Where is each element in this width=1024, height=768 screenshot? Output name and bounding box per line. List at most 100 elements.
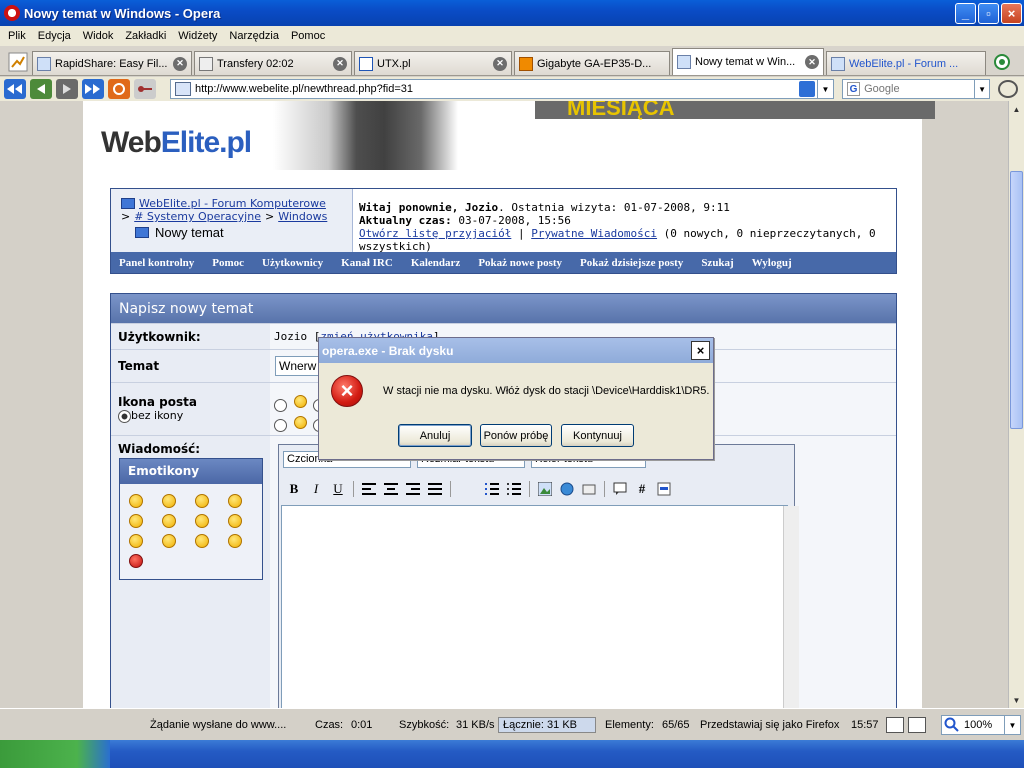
- breadcrumb-subforum-link[interactable]: Windows: [278, 210, 327, 223]
- nav-irc[interactable]: Kanał IRC: [341, 257, 393, 269]
- laugh-emoticon-icon[interactable]: [162, 534, 176, 548]
- forward-button[interactable]: [56, 79, 78, 99]
- menu-tools[interactable]: Narzędzia: [223, 30, 285, 42]
- search-engine-dropdown[interactable]: ▼: [974, 80, 989, 98]
- dialog-close-button[interactable]: ×: [691, 341, 710, 360]
- insert-image-button[interactable]: [534, 479, 556, 499]
- grin-emoticon-icon[interactable]: [195, 494, 209, 508]
- breadcrumb-category-link[interactable]: # Systemy Operacyjne: [134, 210, 261, 223]
- italic-button[interactable]: I: [305, 479, 327, 499]
- address-dropdown-button[interactable]: ▼: [817, 80, 833, 98]
- private-messages-link[interactable]: Prywatne Wiadomości: [531, 227, 657, 240]
- images-toggle-icon[interactable]: [908, 717, 926, 733]
- textarea-scrollbar[interactable]: [783, 506, 799, 708]
- tab-close-icon[interactable]: ✕: [173, 56, 187, 71]
- rewind-button[interactable]: [4, 79, 26, 99]
- justify-button[interactable]: [424, 479, 446, 499]
- confused-emoticon-icon[interactable]: [228, 534, 242, 548]
- scroll-down-icon[interactable]: ▼: [1009, 692, 1024, 708]
- menu-view[interactable]: Widok: [77, 30, 120, 42]
- back-button[interactable]: [30, 79, 52, 99]
- neutral-emoticon-icon[interactable]: [162, 494, 176, 508]
- nav-new-posts[interactable]: Pokaż nowe posty: [478, 257, 562, 269]
- header-banner[interactable]: MIESIĄCA: [535, 101, 935, 120]
- insert-quote-button[interactable]: [609, 479, 631, 499]
- identity-selector[interactable]: Przedstawiaj się jako Firefox: [700, 719, 839, 731]
- menu-bookmarks[interactable]: Zakładki: [119, 30, 172, 42]
- trash-button[interactable]: [990, 50, 1014, 74]
- nav-search[interactable]: Szukaj: [701, 257, 733, 269]
- breadcrumb-forum-link[interactable]: WebElite.pl - Forum Komputerowe: [139, 197, 326, 210]
- rss-feed-icon[interactable]: [799, 81, 815, 97]
- tab-rapidshare[interactable]: RapidShare: Easy Fil... ✕: [32, 51, 192, 75]
- nav-help[interactable]: Pomoc: [212, 257, 244, 269]
- insert-link-button[interactable]: [556, 479, 578, 499]
- tab-webelite-forum[interactable]: WebElite.pl - Forum ...: [826, 51, 986, 75]
- toolbar-divider: [529, 481, 530, 497]
- zoom-control[interactable]: 100% ▼: [941, 715, 1021, 735]
- tab-gigabyte[interactable]: Gigabyte GA-EP35-D...: [514, 51, 670, 75]
- zoom-dropdown-icon[interactable]: ▼: [1004, 716, 1020, 734]
- scroll-up-icon[interactable]: ▲: [1009, 101, 1024, 117]
- search-input[interactable]: [864, 83, 975, 95]
- tab-close-icon[interactable]: ✕: [493, 56, 507, 71]
- scroll-thumb[interactable]: [1010, 171, 1023, 429]
- search-field[interactable]: G ▼: [842, 79, 990, 99]
- tab-utx[interactable]: UTX.pl ✕: [354, 51, 512, 75]
- tab-close-icon[interactable]: ✕: [333, 56, 347, 71]
- align-left-button[interactable]: [358, 479, 380, 499]
- zoom-magnifier-icon: [944, 717, 959, 732]
- opera-link-icon[interactable]: [998, 80, 1018, 98]
- align-center-button[interactable]: [380, 479, 402, 499]
- unordered-list-button[interactable]: [503, 479, 525, 499]
- menu-file[interactable]: Plik: [2, 30, 32, 42]
- site-logo[interactable]: WebElite.pl: [101, 126, 252, 160]
- cry-emoticon-icon[interactable]: [195, 514, 209, 528]
- no-icon-radio[interactable]: [118, 409, 131, 423]
- nav-calendar[interactable]: Kalendarz: [411, 257, 461, 269]
- rolleyes-emoticon-icon[interactable]: [228, 514, 242, 528]
- icon-radio[interactable]: [274, 398, 287, 412]
- minimize-button[interactable]: _: [955, 3, 976, 24]
- address-field[interactable]: http://www.webelite.pl/newthread.php?fid…: [170, 79, 834, 99]
- start-button[interactable]: [0, 740, 110, 768]
- nav-control-panel[interactable]: Panel kontrolny: [119, 257, 194, 269]
- nav-logout[interactable]: Wyloguj: [752, 257, 792, 269]
- tab-close-icon[interactable]: ✕: [805, 55, 819, 69]
- reload-button[interactable]: [108, 79, 130, 99]
- angry-emoticon-icon[interactable]: [129, 554, 143, 568]
- menu-widgets[interactable]: Widżety: [172, 30, 223, 42]
- wand-button[interactable]: [134, 79, 156, 99]
- close-window-button[interactable]: ×: [1001, 3, 1022, 24]
- wink-emoticon-icon[interactable]: [228, 494, 242, 508]
- align-right-button[interactable]: [402, 479, 424, 499]
- smile-emoticon-icon[interactable]: [129, 494, 143, 508]
- bold-button[interactable]: B: [283, 479, 305, 499]
- shock-emoticon-icon[interactable]: [129, 514, 143, 528]
- fast-forward-button[interactable]: [82, 79, 104, 99]
- ordered-list-button[interactable]: [481, 479, 503, 499]
- tongue-emoticon-icon[interactable]: [129, 534, 143, 548]
- sad-emoticon-icon[interactable]: [162, 514, 176, 528]
- continue-button[interactable]: Kontynuuj: [561, 424, 634, 447]
- cool-emoticon-icon[interactable]: [195, 534, 209, 548]
- nav-todays-posts[interactable]: Pokaż dzisiejsze posty: [580, 257, 683, 269]
- page-scrollbar[interactable]: ▲ ▼: [1008, 101, 1024, 708]
- retry-button[interactable]: Ponów próbę: [480, 424, 552, 447]
- message-textarea[interactable]: [281, 505, 799, 708]
- menu-help[interactable]: Pomoc: [285, 30, 331, 42]
- presentation-mode-icon[interactable]: [886, 717, 904, 733]
- insert-code-button[interactable]: #: [631, 479, 653, 499]
- speed-dial-button[interactable]: [4, 49, 32, 75]
- maximize-button[interactable]: ▫: [978, 3, 999, 24]
- underline-button[interactable]: U: [327, 479, 349, 499]
- icon-radio[interactable]: [274, 419, 287, 432]
- insert-email-button[interactable]: [578, 479, 600, 499]
- menu-edit[interactable]: Edycja: [32, 30, 77, 42]
- friends-list-link[interactable]: Otwórz listę przyjaciół: [359, 227, 511, 240]
- insert-php-button[interactable]: [653, 479, 675, 499]
- cancel-button[interactable]: Anuluj: [398, 424, 472, 447]
- nav-users[interactable]: Użytkownicy: [262, 257, 323, 269]
- tab-nowy-temat[interactable]: Nowy temat w Win... ✕: [672, 48, 824, 75]
- tab-transfery[interactable]: Transfery 02:02 ✕: [194, 51, 352, 75]
